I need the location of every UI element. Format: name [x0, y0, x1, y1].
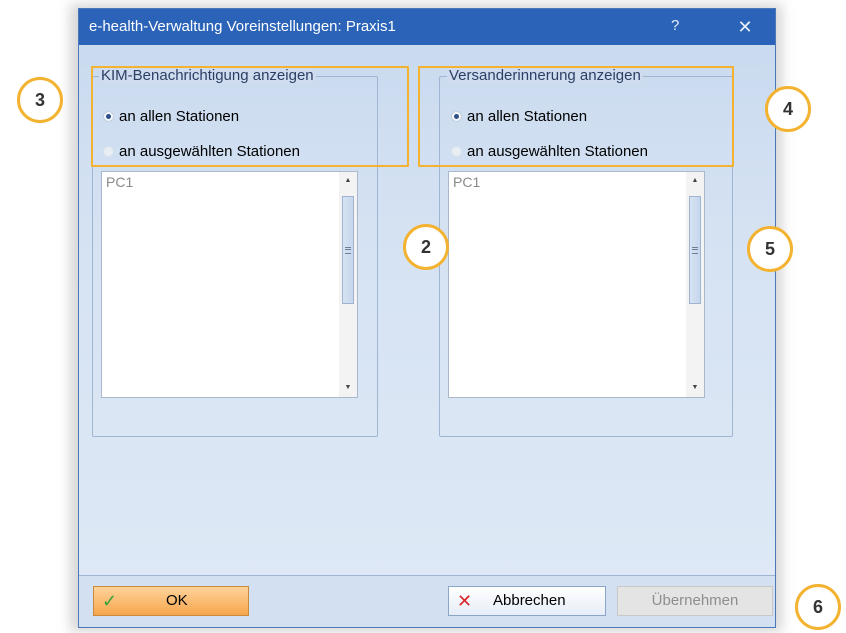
help-button[interactable]: ? — [671, 17, 679, 34]
scroll-thumb[interactable] — [689, 196, 701, 304]
highlight-versand-options — [418, 66, 734, 167]
cancel-button[interactable]: ✕ Abbrechen — [448, 586, 606, 616]
kim-scrollbar[interactable]: ▲ ▼ — [339, 172, 357, 397]
scroll-thumb[interactable] — [342, 196, 354, 304]
callout-badge-2: 2 — [403, 224, 449, 270]
ok-button-label: OK — [166, 592, 188, 609]
apply-button[interactable]: Übernehmen — [617, 586, 773, 616]
grip-icon — [692, 247, 698, 254]
highlight-kim-options — [91, 66, 409, 167]
versand-scrollbar[interactable]: ▲ ▼ — [686, 172, 704, 397]
callout-badge-3: 3 — [17, 77, 63, 123]
scroll-up-icon[interactable]: ▲ — [686, 174, 704, 188]
scroll-down-icon[interactable]: ▼ — [339, 381, 357, 395]
dialog-title: e-health-Verwaltung Voreinstellungen: Pr… — [89, 18, 396, 35]
ok-button[interactable]: ✓ OK — [93, 586, 249, 616]
scroll-down-icon[interactable]: ▼ — [686, 381, 704, 395]
cancel-button-label: Abbrechen — [493, 592, 566, 609]
checkmark-icon: ✓ — [102, 591, 118, 611]
title-bar: e-health-Verwaltung Voreinstellungen: Pr… — [79, 9, 775, 45]
close-button[interactable]: ✕ — [733, 15, 757, 39]
versand-station-list[interactable]: PC1 ▲ ▼ — [448, 171, 705, 398]
callout-badge-5: 5 — [747, 226, 793, 272]
kim-station-list[interactable]: PC1 ▲ ▼ — [101, 171, 358, 398]
callout-badge-6: 6 — [795, 584, 841, 630]
list-item[interactable]: PC1 — [453, 174, 480, 190]
cross-icon: ✕ — [457, 591, 473, 611]
callout-badge-4: 4 — [765, 86, 811, 132]
list-item[interactable]: PC1 — [106, 174, 133, 190]
scroll-up-icon[interactable]: ▲ — [339, 174, 357, 188]
grip-icon — [345, 247, 351, 254]
